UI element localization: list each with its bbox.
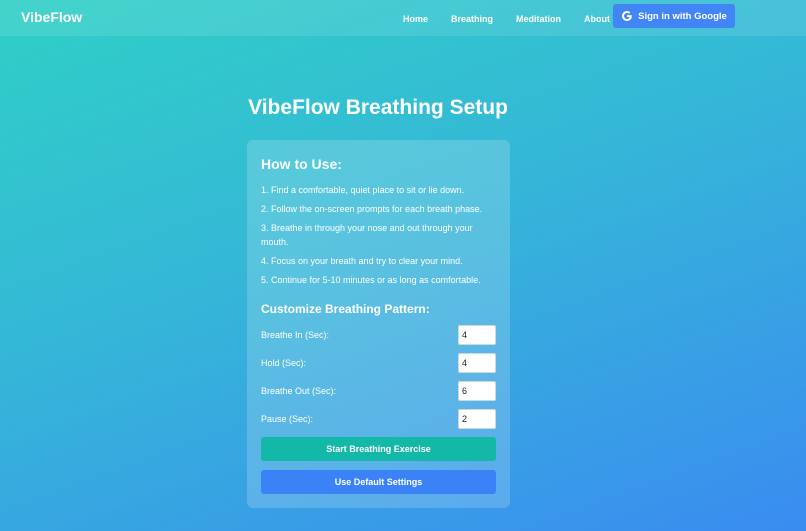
pause-label: Pause (Sec): bbox=[261, 414, 314, 424]
breathe-in-label: Breathe In (Sec): bbox=[261, 330, 330, 340]
instruction-step: 4. Focus on your breath and try to clear… bbox=[261, 256, 463, 266]
setup-card: How to Use: 1. Find a comfortable, quiet… bbox=[247, 140, 510, 508]
instructions-list: 1. Find a comfortable, quiet place to si… bbox=[261, 183, 501, 292]
hold-input[interactable]: 4 bbox=[458, 353, 496, 373]
pause-row: Pause (Sec): 2 bbox=[261, 409, 496, 429]
breathe-out-input[interactable]: 6 bbox=[458, 381, 496, 401]
instruction-step: 1. Find a comfortable, quiet place to si… bbox=[261, 185, 465, 195]
pause-input[interactable]: 2 bbox=[458, 409, 496, 429]
brand-logo[interactable]: VibeFlow bbox=[21, 9, 82, 25]
google-g-icon bbox=[622, 11, 632, 21]
nav-links: Home Breathing Meditation About bbox=[403, 14, 633, 24]
page-title: VibeFlow Breathing Setup bbox=[248, 96, 508, 119]
nav-link-breathing[interactable]: Breathing bbox=[451, 14, 493, 24]
nav-link-home[interactable]: Home bbox=[403, 14, 428, 24]
start-exercise-button[interactable]: Start Breathing Exercise bbox=[261, 437, 496, 461]
breathe-out-row: Breathe Out (Sec): 6 bbox=[261, 381, 496, 401]
hold-label: Hold (Sec): bbox=[261, 358, 307, 368]
google-sign-in-label: Sign in with Google bbox=[638, 10, 727, 22]
instruction-step: 2. Follow the on-screen prompts for each… bbox=[261, 204, 483, 214]
how-to-use-heading: How to Use: bbox=[261, 156, 342, 172]
nav-link-meditation[interactable]: Meditation bbox=[516, 14, 561, 24]
instruction-step: 5. Continue for 5-10 minutes or as long … bbox=[261, 275, 481, 285]
instruction-step: 3. Breathe in through your nose and out … bbox=[261, 223, 473, 247]
breathe-out-label: Breathe Out (Sec): bbox=[261, 386, 337, 396]
breathe-in-input[interactable]: 4 bbox=[458, 325, 496, 345]
default-settings-button[interactable]: Use Default Settings bbox=[261, 470, 496, 494]
google-sign-in-button[interactable]: Sign in with Google bbox=[613, 4, 735, 28]
navbar: VibeFlow Home Breathing Meditation About… bbox=[0, 0, 806, 36]
nav-link-about[interactable]: About bbox=[584, 14, 610, 24]
hold-row: Hold (Sec): 4 bbox=[261, 353, 496, 373]
customize-heading: Customize Breathing Pattern: bbox=[261, 302, 430, 316]
breathe-in-row: Breathe In (Sec): 4 bbox=[261, 325, 496, 345]
